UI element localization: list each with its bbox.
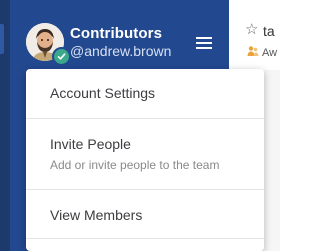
username: @andrew.brown — [70, 43, 172, 59]
channel-header: ☆ ta Aw — [229, 0, 280, 70]
menu-item-account-settings[interactable]: Account Settings — [26, 69, 264, 118]
channel-subtitle: Aw — [262, 47, 278, 59]
star-outline-icon[interactable]: ☆ — [245, 22, 258, 37]
menu-item-label: Invite People — [50, 136, 131, 152]
menu-item-invite-people[interactable]: Invite People Add or invite people to th… — [26, 119, 264, 189]
online-status-icon — [52, 47, 71, 66]
menu-item-label: Account Settings — [50, 85, 156, 101]
team-name[interactable]: Contributors — [70, 25, 162, 42]
hamburger-menu-icon[interactable] — [196, 36, 214, 50]
active-team-indicator — [0, 24, 4, 54]
channel-name[interactable]: ta — [263, 23, 275, 39]
menu-item-label: View Members — [50, 207, 143, 223]
menu-item-description: Add or invite people to the team — [50, 158, 220, 172]
people-icon — [247, 45, 259, 60]
team-sidebar-strip — [0, 0, 10, 251]
menu-item-view-members[interactable]: View Members — [26, 190, 264, 238]
team-menu-dropdown: Account Settings Invite People Add or in… — [26, 69, 264, 251]
menu-divider — [26, 238, 264, 239]
